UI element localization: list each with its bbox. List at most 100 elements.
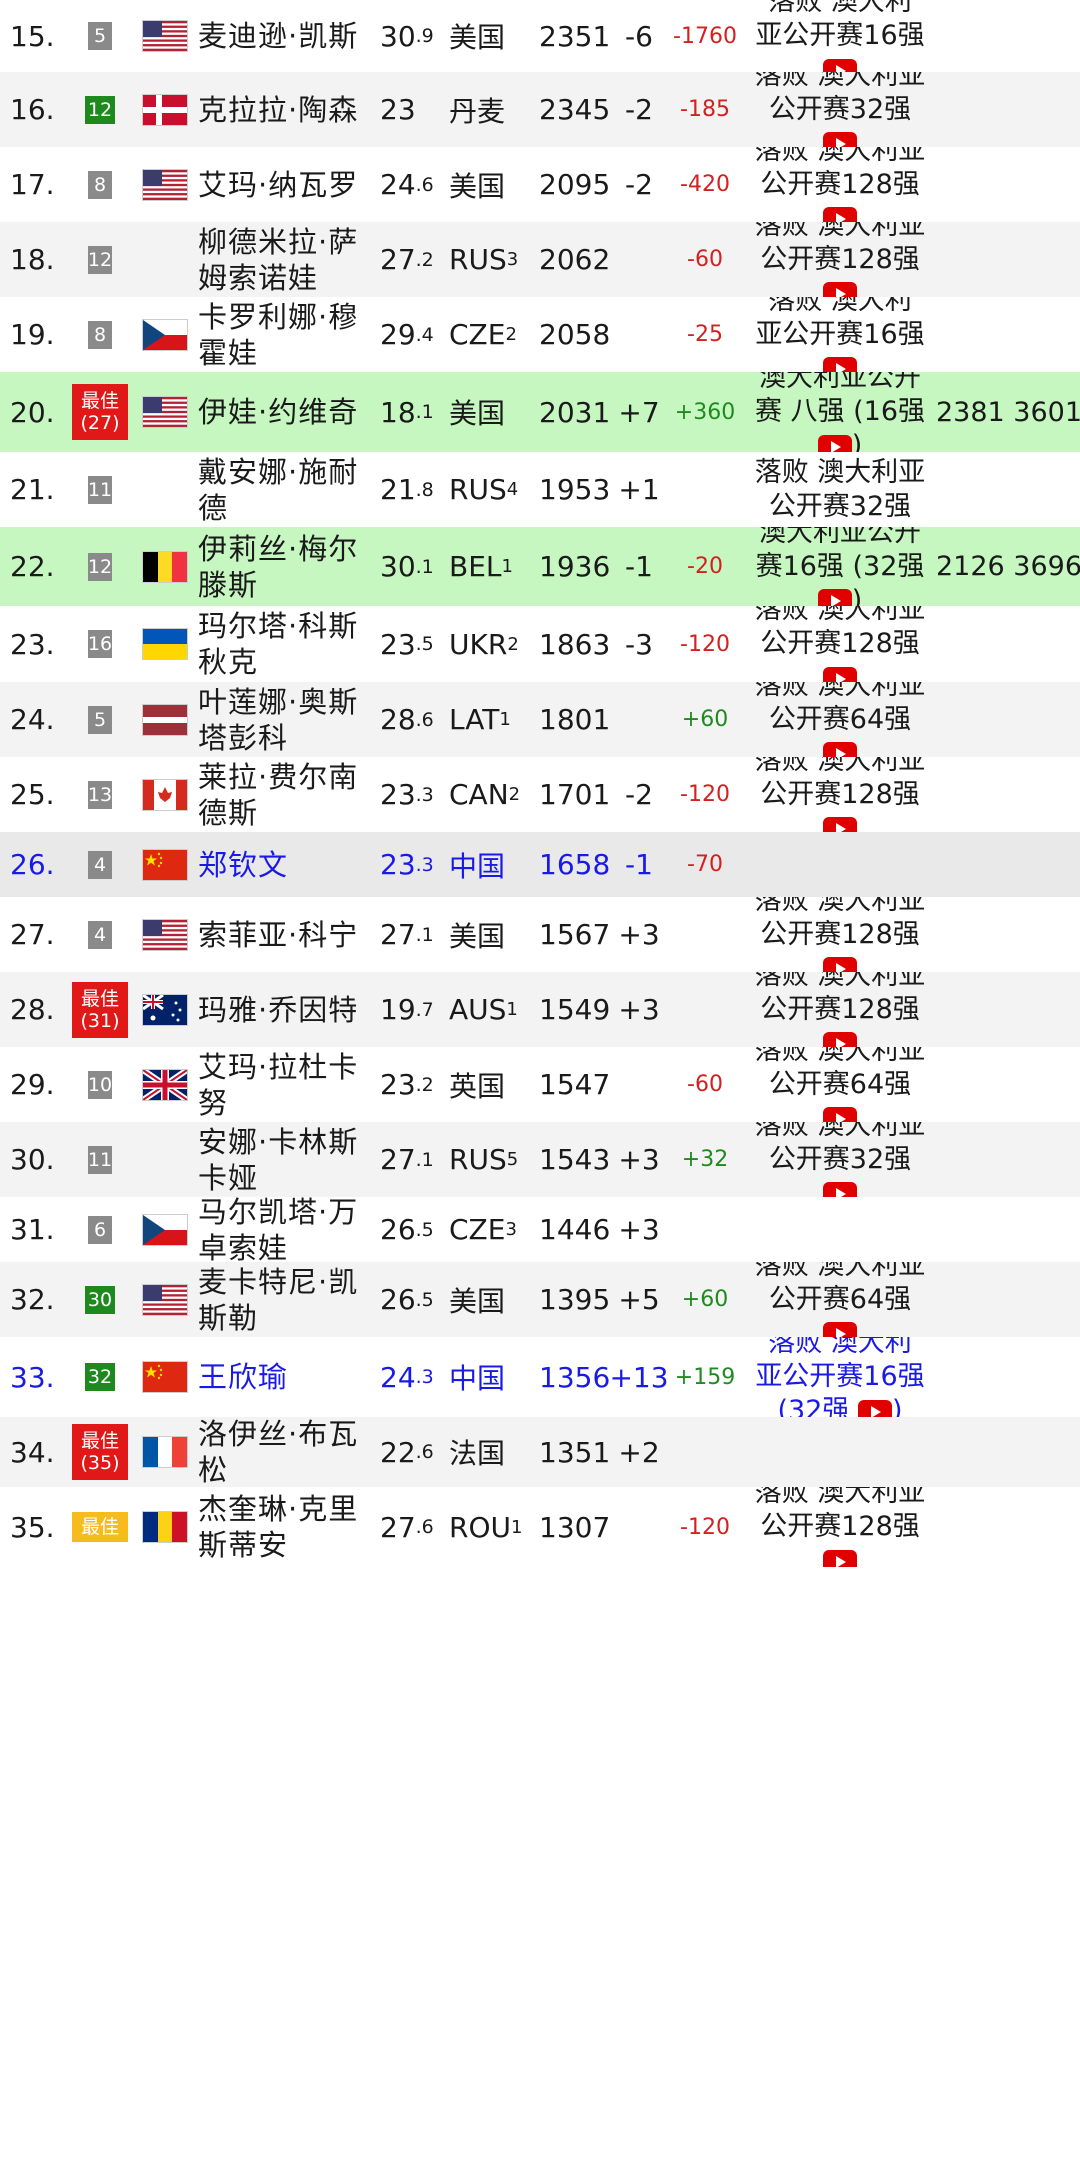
youtube-link[interactable] bbox=[823, 202, 857, 222]
table-row: 27. 4 索菲亚·科宁 27.1 美国 1567 +3 落败 澳大利亚 公开赛128强 bbox=[0, 897, 1080, 972]
table-row: 25. 13 莱拉·费尔南德斯 23.3 CAN 2 1701 -2 -120 落败 澳大利亚 公开… bbox=[0, 757, 1080, 832]
youtube-link[interactable] bbox=[823, 127, 857, 147]
tournament-result bbox=[740, 1197, 940, 1262]
previous-rank-badge: 4 bbox=[88, 920, 112, 949]
player-country: 美国 bbox=[449, 169, 506, 203]
previous-rank-cell: 13 bbox=[70, 757, 130, 832]
youtube-play-icon[interactable] bbox=[823, 1032, 857, 1047]
youtube-link[interactable] bbox=[823, 53, 857, 72]
points-change: -185 bbox=[680, 97, 730, 122]
youtube-link[interactable] bbox=[823, 737, 857, 757]
youtube-link[interactable] bbox=[823, 352, 857, 372]
player-name[interactable]: 郑钦文 bbox=[198, 832, 378, 897]
youtube-play-icon[interactable] bbox=[823, 1549, 857, 1567]
youtube-play-icon[interactable] bbox=[823, 207, 857, 222]
youtube-play-icon[interactable] bbox=[823, 1182, 857, 1197]
previous-rank-cell: 10 bbox=[70, 1047, 130, 1122]
youtube-play-icon[interactable] bbox=[823, 666, 857, 682]
youtube-link[interactable] bbox=[823, 1544, 857, 1567]
flag-cell bbox=[143, 1122, 187, 1197]
table-row: 33. 32 王欣瑜 24.3 中国 1356 +13 +159 落败 澳大利 亚公开赛16强 (3… bbox=[0, 1337, 1080, 1417]
player-name[interactable]: 克拉拉·陶森 bbox=[198, 72, 378, 147]
rank-movement bbox=[614, 222, 664, 297]
tournament-result-line: 落败 澳大利亚 bbox=[754, 1262, 926, 1281]
youtube-link[interactable] bbox=[823, 1027, 857, 1047]
youtube-play-icon[interactable] bbox=[817, 434, 852, 452]
player-country: 美国 bbox=[449, 397, 506, 430]
youtube-play-icon[interactable] bbox=[817, 589, 852, 606]
previous-rank-cell: 16 bbox=[70, 606, 130, 682]
player-name[interactable]: 柳德米拉·萨姆索诺娃 bbox=[198, 222, 378, 297]
tournament-result-line: 澳大利亚公开 bbox=[759, 372, 921, 393]
youtube-link[interactable] bbox=[823, 952, 857, 972]
youtube-link[interactable] bbox=[823, 1177, 857, 1197]
youtube-play-icon[interactable] bbox=[823, 1107, 857, 1122]
player-country: RUS 3 bbox=[449, 243, 519, 276]
player-name[interactable]: 卡罗利娜·穆霍娃 bbox=[198, 297, 378, 372]
ranking-points: 1801 bbox=[539, 703, 611, 736]
tournament-result-line: 公开赛128强 bbox=[760, 993, 920, 1025]
previous-rank-badge: 12 bbox=[88, 552, 112, 581]
player-age: 23 bbox=[380, 93, 416, 126]
previous-rank-cell: 8 bbox=[70, 147, 130, 222]
flag-cell bbox=[143, 1487, 187, 1567]
previous-rank-cell: 最佳 bbox=[70, 1487, 130, 1567]
player-age: 23.5 bbox=[380, 627, 434, 661]
player-country: 美国 bbox=[449, 919, 506, 953]
player-name[interactable]: 伊莉丝·梅尔滕斯 bbox=[198, 527, 378, 606]
previous-rank-badge: 11 bbox=[88, 475, 112, 504]
player-name[interactable]: 索菲亚·科宁 bbox=[198, 897, 378, 972]
player-name[interactable]: 王欣瑜 bbox=[198, 1337, 378, 1417]
tournament-result-line: 公开赛128强 bbox=[760, 168, 920, 200]
tournament-result: 落败 澳大利 亚公开赛16强 bbox=[740, 297, 940, 372]
player-age: 26.5 bbox=[380, 1283, 434, 1316]
youtube-play-icon[interactable] bbox=[823, 1322, 857, 1337]
previous-rank-badge: 最佳 (35) bbox=[72, 1424, 128, 1480]
tournament-result-line: 落败 澳大利 bbox=[768, 0, 912, 17]
youtube-play-icon[interactable] bbox=[823, 817, 857, 832]
player-name[interactable]: 安娜·卡林斯卡娅 bbox=[198, 1122, 378, 1197]
youtube-link[interactable] bbox=[823, 277, 857, 297]
player-name[interactable]: 伊娃·约维奇 bbox=[198, 372, 378, 452]
tournament-result bbox=[740, 832, 940, 897]
youtube-link[interactable] bbox=[823, 1102, 857, 1122]
player-name[interactable]: 洛伊丝·布瓦松 bbox=[198, 1417, 378, 1487]
youtube-play-icon[interactable] bbox=[823, 742, 857, 757]
youtube-link[interactable] bbox=[823, 661, 857, 682]
player-name[interactable]: 玛尔塔·科斯秋克 bbox=[198, 606, 378, 682]
player-name[interactable]: 杰奎琳·克里斯蒂安 bbox=[198, 1487, 378, 1567]
ranking-points: 1953 bbox=[539, 473, 611, 506]
player-name[interactable]: 戴安娜·施耐德 bbox=[198, 452, 378, 527]
youtube-play-icon[interactable] bbox=[857, 1399, 892, 1417]
player-age: 29.4 bbox=[380, 318, 434, 351]
previous-rank-cell: 最佳 (27) bbox=[70, 372, 130, 452]
tournament-result bbox=[740, 1417, 940, 1487]
rank-number: 17. bbox=[10, 168, 55, 201]
previous-rank-cell: 12 bbox=[70, 527, 130, 606]
youtube-link[interactable] bbox=[823, 1317, 857, 1337]
flag-cell bbox=[143, 147, 187, 222]
youtube-play-icon[interactable] bbox=[823, 58, 857, 72]
player-name[interactable]: 麦迪逊·凯斯 bbox=[198, 0, 378, 72]
table-row: 28. 最佳 (31) 玛雅·乔因特 19.7 AUS 1 1549 +3 落败 澳大利亚 公开赛1… bbox=[0, 972, 1080, 1047]
points-change: +60 bbox=[681, 1287, 729, 1312]
player-name[interactable]: 叶莲娜·奥斯塔彭科 bbox=[198, 682, 378, 757]
rank-movement: -2 bbox=[625, 168, 653, 201]
player-name[interactable]: 莱拉·费尔南德斯 bbox=[198, 757, 378, 832]
tournament-result-line: 公开赛128强 bbox=[760, 918, 920, 950]
youtube-play-icon[interactable] bbox=[823, 132, 857, 147]
player-name[interactable]: 玛雅·乔因特 bbox=[198, 972, 378, 1047]
player-name[interactable]: 麦卡特尼·凯斯勒 bbox=[198, 1262, 378, 1337]
player-name[interactable]: 马尔凯塔·万卓索娃 bbox=[198, 1197, 378, 1262]
player-name[interactable]: 艾玛·纳瓦罗 bbox=[198, 147, 378, 222]
previous-rank-cell: 11 bbox=[70, 1122, 130, 1197]
tournament-result: 落败 澳大利亚 公开赛128强 bbox=[740, 972, 940, 1047]
tournament-result: 澳大利亚公开赛 八强 (16强) bbox=[740, 372, 940, 452]
previous-rank-cell: 最佳 (35) bbox=[70, 1417, 130, 1487]
player-name[interactable]: 艾玛·拉杜卡努 bbox=[198, 1047, 378, 1122]
flag-cell bbox=[143, 297, 187, 372]
youtube-play-icon[interactable] bbox=[823, 357, 857, 372]
youtube-play-icon[interactable] bbox=[823, 957, 857, 972]
youtube-link[interactable] bbox=[823, 812, 857, 832]
youtube-play-icon[interactable] bbox=[823, 282, 857, 297]
